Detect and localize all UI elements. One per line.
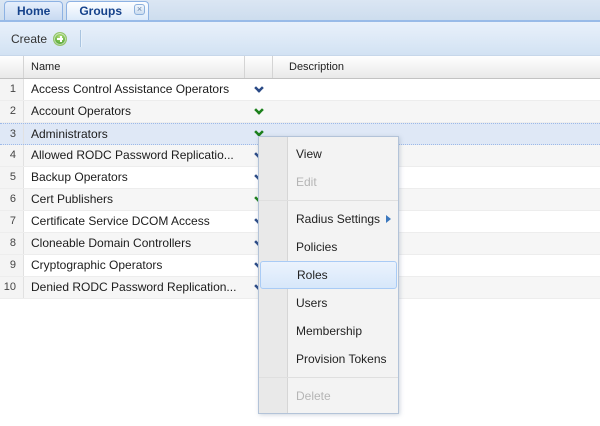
tab-home[interactable]: Home bbox=[4, 1, 63, 20]
cell-group-name: Backup Operators bbox=[24, 167, 245, 188]
cell-group-name: Allowed RODC Password Replicatio... bbox=[24, 145, 245, 166]
row-number: 4 bbox=[0, 145, 24, 166]
cell-group-name: Access Control Assistance Operators bbox=[24, 79, 245, 100]
menu-item-users[interactable]: Users bbox=[259, 289, 398, 317]
submenu-arrow-icon bbox=[386, 215, 391, 223]
cell-group-name: Denied RODC Password Replication... bbox=[24, 277, 245, 298]
plus-icon bbox=[53, 32, 67, 46]
cell-description bbox=[273, 79, 600, 100]
chevron-down-icon[interactable] bbox=[254, 105, 264, 115]
row-number: 2 bbox=[0, 101, 24, 122]
row-actions-cell bbox=[245, 101, 273, 122]
chevron-down-icon[interactable] bbox=[254, 83, 264, 93]
row-actions-cell bbox=[245, 79, 273, 100]
row-number: 10 bbox=[0, 277, 24, 298]
column-header-rownumber bbox=[0, 56, 24, 78]
row-number: 1 bbox=[0, 79, 24, 100]
row-number: 8 bbox=[0, 233, 24, 254]
menu-separator bbox=[259, 377, 398, 378]
row-number: 7 bbox=[0, 211, 24, 232]
row-number: 6 bbox=[0, 189, 24, 210]
menu-item-delete: Delete bbox=[259, 382, 398, 410]
tab-bar: Home Groups × bbox=[0, 0, 600, 22]
cell-description bbox=[273, 101, 600, 122]
cell-group-name: Account Operators bbox=[24, 101, 245, 122]
cell-group-name: Cloneable Domain Controllers bbox=[24, 233, 245, 254]
menu-item-roles[interactable]: Roles bbox=[260, 261, 397, 289]
menu-item-provision-tokens[interactable]: Provision Tokens bbox=[259, 345, 398, 373]
menu-separator bbox=[259, 200, 398, 201]
row-number: 3 bbox=[0, 124, 24, 144]
close-icon[interactable]: × bbox=[134, 4, 145, 15]
grid-header: Name Description bbox=[0, 56, 600, 79]
menu-item-policies[interactable]: Policies bbox=[259, 233, 398, 261]
table-row[interactable]: 2 Account Operators bbox=[0, 101, 600, 123]
tab-home-label: Home bbox=[17, 4, 50, 18]
column-header-name[interactable]: Name bbox=[24, 56, 245, 78]
table-row[interactable]: 1 Access Control Assistance Operators bbox=[0, 79, 600, 101]
menu-item-radius-settings[interactable]: Radius Settings bbox=[259, 205, 398, 233]
toolbar: Create bbox=[0, 22, 600, 56]
menu-item-view[interactable]: View bbox=[259, 140, 398, 168]
app-window: Home Groups × Create Name Description 1 … bbox=[0, 0, 600, 426]
cell-group-name: Cryptographic Operators bbox=[24, 255, 245, 276]
cell-group-name: Cert Publishers bbox=[24, 189, 245, 210]
create-button[interactable]: Create bbox=[6, 29, 72, 49]
toolbar-separator bbox=[80, 30, 81, 47]
menu-item-membership[interactable]: Membership bbox=[259, 317, 398, 345]
menu-item-edit: Edit bbox=[259, 168, 398, 196]
cell-group-name: Administrators bbox=[24, 124, 245, 144]
menu-item-radius-settings-label: Radius Settings bbox=[296, 212, 380, 226]
create-button-label: Create bbox=[11, 32, 47, 46]
row-number: 9 bbox=[0, 255, 24, 276]
row-number: 5 bbox=[0, 167, 24, 188]
column-header-actions bbox=[245, 56, 273, 78]
column-header-description[interactable]: Description bbox=[273, 56, 600, 78]
tab-groups[interactable]: Groups × bbox=[66, 1, 149, 20]
cell-group-name: Certificate Service DCOM Access bbox=[24, 211, 245, 232]
context-menu: View Edit Radius Settings Policies Roles… bbox=[258, 136, 399, 414]
tab-groups-label: Groups bbox=[79, 4, 122, 18]
